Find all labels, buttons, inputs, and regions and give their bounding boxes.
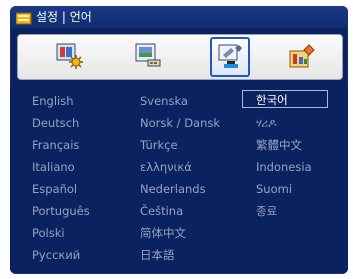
language-option[interactable]: ሃሪዶ bbox=[256, 114, 277, 132]
language-option[interactable]: Türkçe bbox=[140, 136, 178, 154]
language-option[interactable]: 日本語 bbox=[140, 246, 175, 264]
language-option[interactable]: ελληνικά bbox=[140, 158, 192, 176]
language-option[interactable]: Norsk / Dansk bbox=[140, 114, 220, 132]
advanced-settings-tab[interactable] bbox=[284, 39, 320, 73]
language-option[interactable]: Italiano bbox=[32, 158, 75, 176]
language-option[interactable]: Español bbox=[32, 180, 77, 198]
language-option[interactable]: Indonesia bbox=[256, 158, 312, 176]
menu-title: 설정 | 언어 bbox=[36, 10, 92, 24]
settings-menu-icon bbox=[15, 10, 32, 25]
setup-tools-icon bbox=[218, 44, 242, 68]
language-grid: English Deutsch Français Italiano Españo… bbox=[10, 86, 348, 272]
image-settings-tab[interactable] bbox=[52, 39, 88, 73]
language-option-selected[interactable]: 한국어 bbox=[242, 90, 328, 108]
language-option[interactable]: 繁體中文 bbox=[256, 136, 302, 154]
image-settings-icon bbox=[56, 43, 83, 69]
exit-option[interactable]: 종료 bbox=[256, 202, 277, 220]
language-menu-panel: 설정 | 언어 English Deutsch Français Italian… bbox=[10, 6, 348, 274]
language-option[interactable]: Português bbox=[32, 202, 90, 220]
language-option[interactable]: Čeština bbox=[140, 202, 183, 220]
display-settings-tab[interactable] bbox=[130, 39, 166, 73]
language-option[interactable]: Polski bbox=[32, 224, 65, 242]
language-option[interactable]: Svenska bbox=[140, 92, 188, 110]
language-option[interactable]: 简体中文 bbox=[140, 224, 186, 242]
language-option[interactable]: Suomi bbox=[256, 180, 292, 198]
language-option[interactable]: Nederlands bbox=[140, 180, 206, 198]
language-option[interactable]: Deutsch bbox=[32, 114, 79, 132]
language-option[interactable]: English bbox=[32, 92, 74, 110]
language-option[interactable]: Français bbox=[32, 136, 79, 154]
language-option[interactable]: Русский bbox=[32, 246, 80, 264]
advanced-settings-icon bbox=[289, 44, 315, 68]
setup-settings-tab[interactable] bbox=[210, 37, 250, 77]
display-settings-icon bbox=[135, 43, 161, 67]
menu-tab-bar bbox=[17, 34, 343, 80]
menu-title-bar: 설정 | 언어 bbox=[10, 6, 348, 28]
